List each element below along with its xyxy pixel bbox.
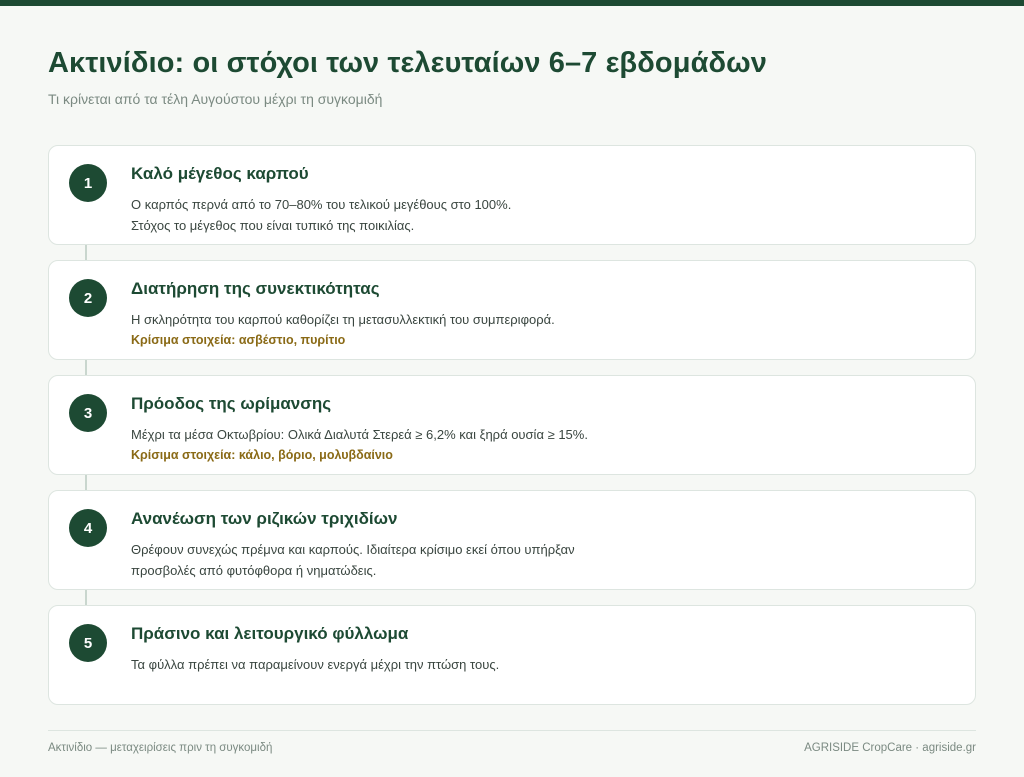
- goal-description: Μέχρι τα μέσα Οκτωβρίου: Ολικά Διαλυτά Σ…: [131, 424, 951, 465]
- goal-description-line: Στόχος το μέγεθος που είναι τυπικό της π…: [131, 218, 415, 233]
- critical-elements: Κρίσιμα στοιχεία: ασβέστιο, πυρίτιο: [131, 333, 346, 347]
- goal-card-5: 5 Πράσινο και λειτουργικό φύλλωμα Τα φύλ…: [48, 605, 976, 705]
- step-number-badge: 4: [69, 509, 107, 547]
- top-accent-bar: [0, 0, 1024, 6]
- goal-card-body: Καλό μέγεθος καρπού Ο καρπός περνά από τ…: [131, 162, 951, 236]
- goal-card-body: Πράσινο και λειτουργικό φύλλωμα Τα φύλλα…: [131, 622, 951, 675]
- goal-description: Ο καρπός περνά από το 70–80% του τελικού…: [131, 194, 951, 236]
- goal-description-line: Η σκληρότητα του καρπού καθορίζει τη μετ…: [131, 312, 555, 327]
- goal-description-line: Μέχρι τα μέσα Οκτωβρίου: Ολικά Διαλυτά Σ…: [131, 427, 588, 442]
- goal-description-line: Ο καρπός περνά από το 70–80% του τελικού…: [131, 197, 512, 212]
- goal-card-body: Διατήρηση της συνεκτικότητας Η σκληρότητ…: [131, 277, 951, 350]
- goals-timeline: 1 Καλό μέγεθος καρπού Ο καρπός περνά από…: [48, 145, 976, 705]
- footer-caption: Ακτινίδιο — μεταχειρίσεις πριν τη συγκομ…: [48, 742, 273, 754]
- goal-description: Η σκληρότητα του καρπού καθορίζει τη μετ…: [131, 309, 951, 350]
- goal-title: Πράσινο και λειτουργικό φύλλωμα: [131, 624, 409, 643]
- step-number-badge: 2: [69, 279, 107, 317]
- goal-card-2: 2 Διατήρηση της συνεκτικότητας Η σκληρότ…: [48, 260, 976, 360]
- goal-title: Καλό μέγεθος καρπού: [131, 164, 309, 183]
- page-subtitle: Τι κρίνεται από τα τέλη Αυγούστου μέχρι …: [48, 91, 383, 107]
- goal-title: Πρόοδος της ωρίμανσης: [131, 394, 332, 413]
- goal-card-body: Πρόοδος της ωρίμανσης Μέχρι τα μέσα Οκτω…: [131, 392, 951, 465]
- footer-brand: AGRISIDE CropCare · agriside.gr: [804, 742, 976, 754]
- goal-card-3: 3 Πρόοδος της ωρίμανσης Μέχρι τα μέσα Οκ…: [48, 375, 976, 475]
- step-number-badge: 3: [69, 394, 107, 432]
- goal-card-4: 4 Ανανέωση των ριζικών τριχιδίων Θρέφουν…: [48, 490, 976, 590]
- critical-elements: Κρίσιμα στοιχεία: κάλιο, βόριο, μολυβδαί…: [131, 448, 393, 462]
- step-number-badge: 5: [69, 624, 107, 662]
- goal-title: Ανανέωση των ριζικών τριχιδίων: [131, 509, 398, 528]
- goal-card-body: Ανανέωση των ριζικών τριχιδίων Θρέφουν σ…: [131, 507, 951, 581]
- page-title: Ακτινίδιο: οι στόχοι των τελευταίων 6–7 …: [48, 47, 768, 79]
- page-header: Ακτινίδιο: οι στόχοι των τελευταίων 6–7 …: [48, 44, 976, 108]
- goal-description-line: Τα φύλλα πρέπει να παραμείνουν ενεργά μέ…: [131, 657, 500, 672]
- goal-card-1: 1 Καλό μέγεθος καρπού Ο καρπός περνά από…: [48, 145, 976, 245]
- goal-description: Τα φύλλα πρέπει να παραμείνουν ενεργά μέ…: [131, 654, 951, 675]
- goal-title: Διατήρηση της συνεκτικότητας: [131, 279, 380, 298]
- step-number-badge: 1: [69, 164, 107, 202]
- goal-description: Θρέφουν συνεχώς πρέμνα και καρπούς. Ιδια…: [131, 539, 951, 581]
- goal-description-line: προσβολές από φυτόφθορα ή νηματώδεις.: [131, 563, 377, 578]
- goal-description-line: Θρέφουν συνεχώς πρέμνα και καρπούς. Ιδια…: [131, 542, 575, 557]
- footer-divider: [48, 730, 976, 731]
